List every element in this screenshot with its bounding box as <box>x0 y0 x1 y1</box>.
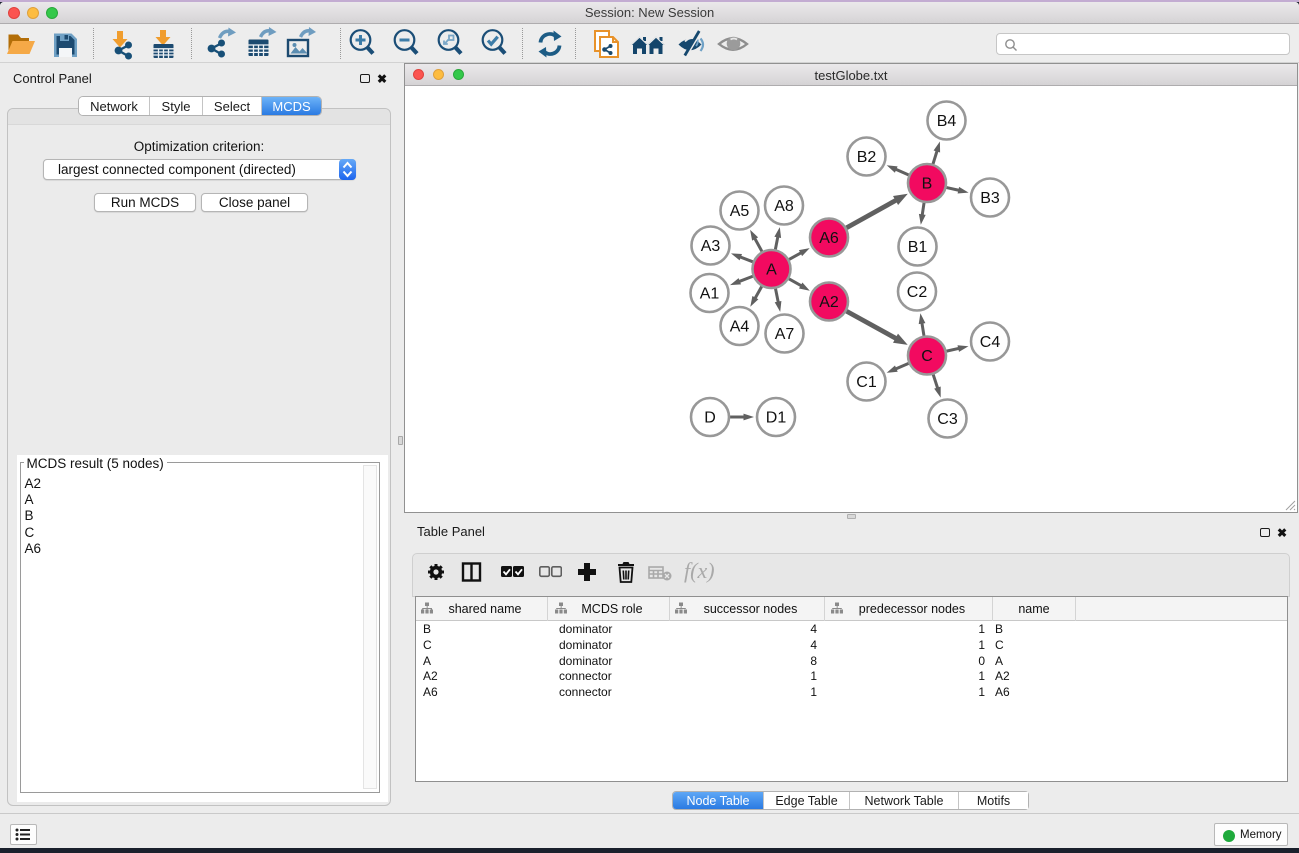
svg-text:B: B <box>922 176 933 193</box>
svg-text:A8: A8 <box>774 198 794 215</box>
svg-text:B1: B1 <box>908 239 928 256</box>
svg-text:C: C <box>921 348 933 365</box>
svg-text:A: A <box>766 262 777 279</box>
svg-text:C3: C3 <box>937 411 958 428</box>
svg-text:D1: D1 <box>766 410 787 427</box>
svg-text:D: D <box>704 410 716 427</box>
svg-text:C2: C2 <box>907 284 928 301</box>
svg-text:A6: A6 <box>819 230 839 247</box>
svg-text:C4: C4 <box>980 334 1001 351</box>
svg-text:B3: B3 <box>980 190 1000 207</box>
svg-text:B4: B4 <box>937 113 957 130</box>
svg-text:A5: A5 <box>730 203 750 220</box>
svg-text:C1: C1 <box>856 374 877 391</box>
svg-text:A4: A4 <box>730 319 750 336</box>
svg-text:A2: A2 <box>819 294 839 311</box>
svg-text:A7: A7 <box>775 326 795 343</box>
svg-text:A1: A1 <box>700 286 720 303</box>
svg-text:B2: B2 <box>857 149 877 166</box>
svg-text:A3: A3 <box>701 238 721 255</box>
